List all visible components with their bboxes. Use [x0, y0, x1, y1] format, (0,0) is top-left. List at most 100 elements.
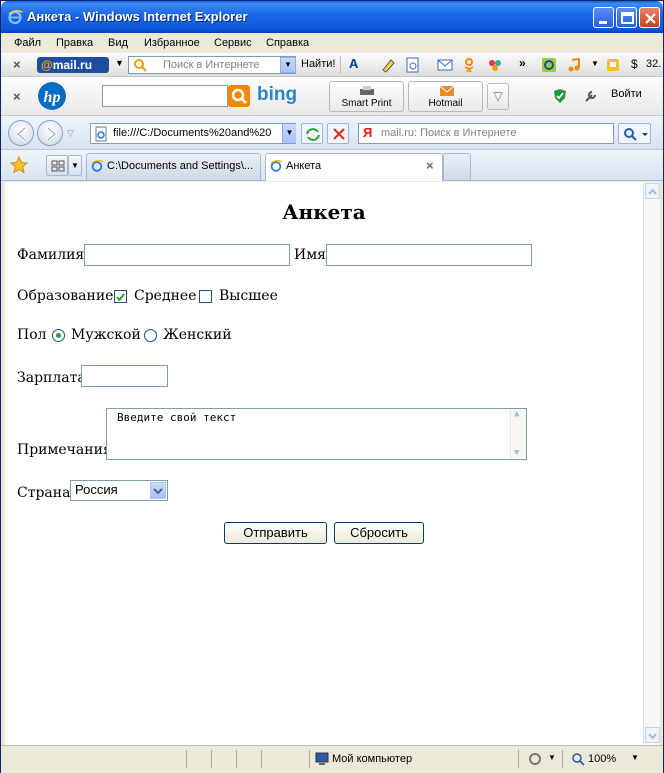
smart-print-button[interactable]: Smart Print	[329, 81, 404, 112]
music-icon[interactable]	[566, 57, 582, 73]
yandex-search-placeholder: mail.ru: Поиск в Интернете	[381, 127, 517, 139]
more-options-button[interactable]: ▽	[487, 83, 509, 110]
protected-mode-icon[interactable]	[528, 752, 544, 766]
highlighter-icon[interactable]	[380, 57, 396, 73]
page-scrollbar[interactable]	[643, 182, 660, 745]
notes-textarea[interactable]: Введите свой текст ▲ ▼	[106, 408, 527, 460]
music-dropdown-icon[interactable]: ▼	[591, 59, 599, 68]
minimize-button[interactable]	[593, 7, 614, 28]
surname-input[interactable]	[84, 244, 290, 266]
magnifier-icon	[134, 59, 147, 72]
signin-link[interactable]: Войти	[611, 88, 642, 100]
shield-icon[interactable]	[552, 88, 568, 104]
mailru-logo[interactable]: @mail.ru	[37, 57, 109, 73]
icq-icon[interactable]	[541, 57, 557, 73]
stop-button[interactable]	[327, 123, 349, 144]
scroll-down-icon[interactable]: ▼	[514, 448, 519, 458]
scroll-up-button[interactable]	[645, 183, 660, 199]
scroll-up-icon[interactable]: ▲	[514, 409, 519, 419]
mailru-at-sign: @	[41, 58, 53, 72]
zoom-page-icon[interactable]	[405, 57, 421, 73]
protected-mode-dropdown-icon[interactable]: ▼	[548, 753, 556, 762]
country-dropdown-button[interactable]	[150, 482, 166, 499]
menu-view[interactable]: Вид	[108, 37, 128, 49]
font-size-icon[interactable]: A	[349, 56, 358, 71]
status-divider	[261, 750, 262, 768]
menu-tools[interactable]: Сервис	[214, 37, 252, 49]
gender-male-radio[interactable]	[52, 329, 65, 342]
more-chevron-icon[interactable]: »	[519, 56, 526, 70]
menu-file[interactable]: Файл	[14, 37, 41, 49]
weather-icon[interactable]	[605, 57, 621, 73]
menu-help[interactable]: Справка	[266, 37, 309, 49]
tab-list-button[interactable]: ▼	[68, 155, 82, 176]
education-secondary-checkbox[interactable]	[114, 290, 127, 303]
search-button[interactable]	[618, 123, 651, 144]
odnoklassniki-icon[interactable]	[461, 57, 477, 73]
tab-label: C:\Documents and Settings\...	[107, 160, 254, 172]
reset-button[interactable]: Сбросить	[334, 522, 424, 544]
history-dropdown-icon[interactable]: ▽	[67, 128, 74, 139]
menu-favorites[interactable]: Избранное	[144, 37, 200, 49]
submit-button[interactable]: Отправить	[224, 522, 327, 544]
wrench-icon[interactable]	[583, 88, 599, 104]
tab-label: Анкета	[286, 160, 322, 172]
bing-search-input[interactable]	[102, 85, 228, 107]
maximize-icon	[621, 12, 634, 24]
notes-scrollbar[interactable]: ▲ ▼	[510, 409, 526, 459]
mailru-dropdown-icon[interactable]: ▼	[115, 58, 124, 68]
zoom-icon[interactable]	[571, 752, 585, 766]
ie-logo-icon	[8, 10, 23, 25]
tab-anketa[interactable]: Анкета ×	[265, 153, 443, 181]
quick-tabs-button[interactable]	[46, 155, 68, 176]
hotmail-button[interactable]: Hotmail	[408, 81, 483, 112]
bing-search-button[interactable]	[228, 85, 250, 107]
search-dropdown-button[interactable]: ▼	[280, 57, 296, 73]
close-toolbar-icon[interactable]: ×	[13, 89, 21, 104]
notes-label: Примечания	[17, 442, 112, 458]
menu-bar: Файл Правка Вид Избранное Сервис Справка	[1, 33, 663, 53]
tab-documents[interactable]: C:\Documents and Settings\...	[86, 153, 261, 180]
moi-mir-icon[interactable]	[487, 57, 503, 73]
mailru-search-placeholder: Поиск в Интернете	[163, 59, 260, 71]
status-divider	[309, 750, 310, 768]
address-dropdown-button[interactable]: ▼	[282, 124, 296, 143]
find-button[interactable]: Найти!	[301, 58, 335, 70]
title-bar[interactable]: Анкета - Windows Internet Explorer	[1, 1, 663, 33]
yandex-search-input[interactable]: mail.ru: Поиск в Интернете	[358, 123, 614, 144]
mail-icon[interactable]	[437, 57, 453, 73]
country-select[interactable]: Россия	[70, 480, 168, 501]
mailru-search-input[interactable]: Поиск в Интернете	[128, 56, 296, 74]
new-tab-button[interactable]	[443, 153, 471, 180]
yandex-icon: Я	[363, 125, 373, 140]
refresh-button[interactable]	[301, 123, 323, 144]
zoom-dropdown-icon[interactable]: ▼	[631, 753, 639, 762]
zoom-level[interactable]: 100%	[588, 753, 616, 765]
gender-female-radio[interactable]	[144, 329, 157, 342]
name-input[interactable]	[326, 244, 532, 266]
gender-male-label: Мужской	[71, 327, 141, 343]
close-tab-icon[interactable]: ×	[426, 154, 434, 178]
favorites-star-icon[interactable]	[10, 156, 28, 174]
hotmail-label: Hotmail	[428, 98, 463, 109]
back-button[interactable]	[8, 120, 34, 146]
forward-button[interactable]	[37, 120, 63, 146]
currency-symbol: $	[631, 57, 638, 71]
hp-toolbar: × hp bing Smart Print Hotmail ▽ Войти	[1, 77, 663, 116]
close-window-button[interactable]	[639, 7, 660, 28]
scroll-down-button[interactable]	[645, 727, 660, 743]
chevron-down-icon	[648, 733, 657, 740]
arrow-left-icon	[15, 126, 26, 142]
salary-input[interactable]	[81, 365, 168, 387]
surname-label: Фамилия	[17, 247, 85, 263]
maximize-button[interactable]	[616, 7, 637, 28]
address-bar[interactable]: file:///C:/Documents%20and%20	[90, 123, 296, 144]
education-higher-checkbox[interactable]	[199, 290, 212, 303]
search-icon	[231, 88, 247, 104]
education-secondary-label: Среднее	[134, 288, 197, 304]
close-toolbar-icon[interactable]: ×	[13, 57, 21, 72]
menu-edit[interactable]: Правка	[56, 37, 93, 49]
hp-logo-icon[interactable]: hp	[37, 81, 67, 111]
bing-logo[interactable]: bing	[257, 84, 297, 106]
country-value: Россия	[75, 482, 118, 497]
